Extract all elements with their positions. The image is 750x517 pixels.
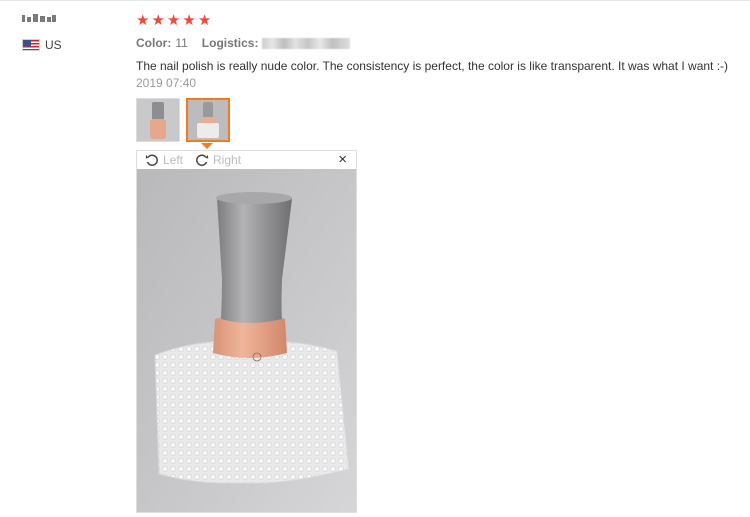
- reviewer-name: [22, 12, 56, 22]
- review-thumbnails: [136, 98, 230, 142]
- logistics-label: Logistics:: [201, 36, 259, 50]
- image-viewer-toolbar: Left Right ×: [137, 151, 356, 169]
- review-photo-enlarged: [137, 169, 356, 512]
- close-icon[interactable]: ×: [338, 152, 347, 168]
- review-text: The nail polish is really nude color. Th…: [136, 59, 729, 73]
- rotate-left-button[interactable]: Left: [145, 153, 183, 167]
- reviewer-info: US: [22, 12, 122, 52]
- us-flag-icon: [22, 39, 40, 51]
- image-viewer: Left Right ×: [136, 150, 357, 513]
- country-code: US: [45, 38, 62, 52]
- rotate-left-label: Left: [163, 153, 184, 167]
- star-icon: ★: [136, 12, 150, 29]
- color-label: Color:: [136, 36, 172, 50]
- logistics-value-redacted: [262, 37, 351, 49]
- rotate-left-icon: [145, 154, 158, 166]
- star-icon: ★: [166, 12, 181, 29]
- color-value: 11: [175, 36, 188, 50]
- top-divider: [0, 0, 750, 1]
- order-info: Color: 11 Logistics:: [136, 36, 746, 50]
- review-date: 2019 07:40: [136, 76, 197, 90]
- reviewer-country: US: [22, 38, 62, 52]
- star-rating: ★ ★ ★ ★ ★: [136, 12, 746, 30]
- review-thumbnail-1[interactable]: [136, 98, 180, 142]
- star-icon: ★: [151, 12, 165, 29]
- star-icon: ★: [182, 12, 196, 29]
- star-icon: ★: [197, 12, 212, 29]
- review-thumbnail-2[interactable]: [186, 98, 230, 142]
- rotate-right-label: Right: [213, 153, 242, 167]
- review-body: ★ ★ ★ ★ ★ Color: 11 Logistics: The nail …: [136, 12, 746, 513]
- selected-thumbnail-pointer: [201, 143, 213, 149]
- rotate-right-icon: [196, 154, 209, 166]
- rotate-right-button[interactable]: Right: [195, 153, 241, 167]
